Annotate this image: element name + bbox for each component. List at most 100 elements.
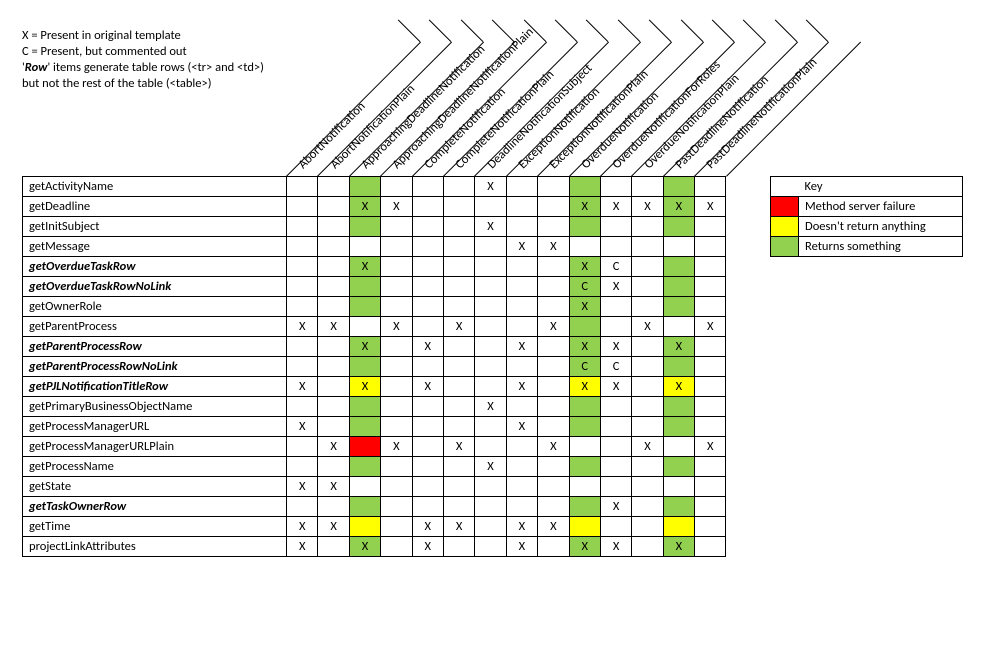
matrix-cell bbox=[538, 477, 569, 497]
matrix-cell bbox=[412, 457, 443, 477]
matrix-cell bbox=[663, 177, 694, 197]
row-label: getParentProcessRow bbox=[23, 337, 287, 357]
table-row: getStateXX bbox=[23, 477, 726, 497]
matrix-cell bbox=[632, 237, 663, 257]
matrix-cell bbox=[632, 537, 663, 557]
matrix-cell bbox=[538, 377, 569, 397]
matrix-cell: X bbox=[538, 517, 569, 537]
matrix-cell: X bbox=[475, 177, 506, 197]
matrix-cell bbox=[663, 237, 694, 257]
matrix-cell: X bbox=[569, 537, 600, 557]
matrix-cell bbox=[569, 477, 600, 497]
matrix-cell bbox=[538, 197, 569, 217]
table-row: getTimeXXXXXX bbox=[23, 517, 726, 537]
matrix-cell bbox=[600, 397, 631, 417]
matrix-cell bbox=[632, 297, 663, 317]
matrix-cell bbox=[538, 497, 569, 517]
matrix-cell bbox=[695, 417, 726, 437]
matrix-cell: X bbox=[349, 537, 380, 557]
matrix-cell bbox=[412, 197, 443, 217]
matrix-cell bbox=[569, 177, 600, 197]
matrix-cell bbox=[318, 537, 349, 557]
matrix-cell bbox=[695, 517, 726, 537]
matrix-cell bbox=[412, 477, 443, 497]
matrix-cell bbox=[663, 417, 694, 437]
matrix-cell bbox=[412, 257, 443, 277]
matrix-cell bbox=[443, 237, 474, 257]
matrix-cell: X bbox=[506, 517, 537, 537]
matrix-cell bbox=[632, 477, 663, 497]
matrix-cell bbox=[695, 477, 726, 497]
matrix-cell: C bbox=[569, 357, 600, 377]
matrix-cell: X bbox=[569, 197, 600, 217]
legend-line-2: C = Present, but commented out bbox=[22, 44, 282, 60]
matrix-cell: X bbox=[663, 197, 694, 217]
matrix-cell bbox=[538, 177, 569, 197]
matrix-cell bbox=[381, 297, 412, 317]
matrix-cell: X bbox=[318, 517, 349, 537]
matrix-cell: X bbox=[569, 337, 600, 357]
table-row: getDeadlineXXXXXXX bbox=[23, 197, 726, 217]
matrix-cell: X bbox=[475, 397, 506, 417]
matrix-cell bbox=[349, 177, 380, 197]
matrix-cell bbox=[695, 277, 726, 297]
matrix-cell bbox=[695, 497, 726, 517]
row-label: getPJLNotificationTitleRow bbox=[23, 377, 287, 397]
matrix-cell bbox=[318, 357, 349, 377]
matrix-cell bbox=[695, 177, 726, 197]
matrix-cell bbox=[412, 497, 443, 517]
table-row: getParentProcessRowNoLinkCC bbox=[23, 357, 726, 377]
matrix-cell bbox=[412, 177, 443, 197]
matrix-cell bbox=[412, 237, 443, 257]
table-row: getOverdueTaskRowXXC bbox=[23, 257, 726, 277]
matrix-cell: X bbox=[569, 257, 600, 277]
matrix-cell: X bbox=[506, 377, 537, 397]
matrix-cell bbox=[663, 497, 694, 517]
matrix-cell: X bbox=[695, 317, 726, 337]
matrix-cell bbox=[475, 277, 506, 297]
matrix-cell bbox=[600, 217, 631, 237]
row-label: getParentProcess bbox=[23, 317, 287, 337]
row-label: getOverdueTaskRow bbox=[23, 257, 287, 277]
table-row: getMessageXX bbox=[23, 237, 726, 257]
matrix-cell: X bbox=[349, 337, 380, 357]
row-label: getDeadline bbox=[23, 197, 287, 217]
matrix-cell bbox=[569, 457, 600, 477]
matrix-cell: X bbox=[412, 337, 443, 357]
table-row: projectLinkAttributesXXXXXXX bbox=[23, 537, 726, 557]
matrix-cell bbox=[695, 357, 726, 377]
matrix-cell bbox=[663, 437, 694, 457]
matrix-cell bbox=[287, 177, 318, 197]
matrix-cell bbox=[443, 277, 474, 297]
matrix-cell bbox=[695, 217, 726, 237]
matrix-cell bbox=[632, 517, 663, 537]
matrix-cell: X bbox=[506, 537, 537, 557]
table-row: getPrimaryBusinessObjectNameX bbox=[23, 397, 726, 417]
matrix-cell: X bbox=[412, 517, 443, 537]
matrix-cell bbox=[381, 397, 412, 417]
matrix-cell: X bbox=[381, 437, 412, 457]
matrix-cell bbox=[663, 457, 694, 477]
matrix-cell bbox=[287, 277, 318, 297]
matrix-cell: X bbox=[412, 537, 443, 557]
matrix-cell: X bbox=[318, 477, 349, 497]
matrix-cell bbox=[349, 437, 380, 457]
matrix-cell bbox=[695, 397, 726, 417]
matrix-cell bbox=[349, 277, 380, 297]
matrix-cell bbox=[475, 317, 506, 337]
matrix-cell bbox=[381, 217, 412, 237]
matrix-cell bbox=[506, 177, 537, 197]
matrix-cell bbox=[287, 357, 318, 377]
matrix-cell bbox=[443, 377, 474, 397]
matrix-cell bbox=[569, 437, 600, 457]
matrix-cell bbox=[443, 217, 474, 237]
matrix-cell bbox=[381, 337, 412, 357]
matrix-cell bbox=[506, 397, 537, 417]
matrix-cell: C bbox=[569, 277, 600, 297]
matrix-cell bbox=[632, 497, 663, 517]
matrix-cell bbox=[663, 257, 694, 277]
matrix-cell bbox=[381, 497, 412, 517]
matrix-cell bbox=[600, 297, 631, 317]
matrix-cell: X bbox=[506, 237, 537, 257]
matrix-cell: X bbox=[287, 377, 318, 397]
